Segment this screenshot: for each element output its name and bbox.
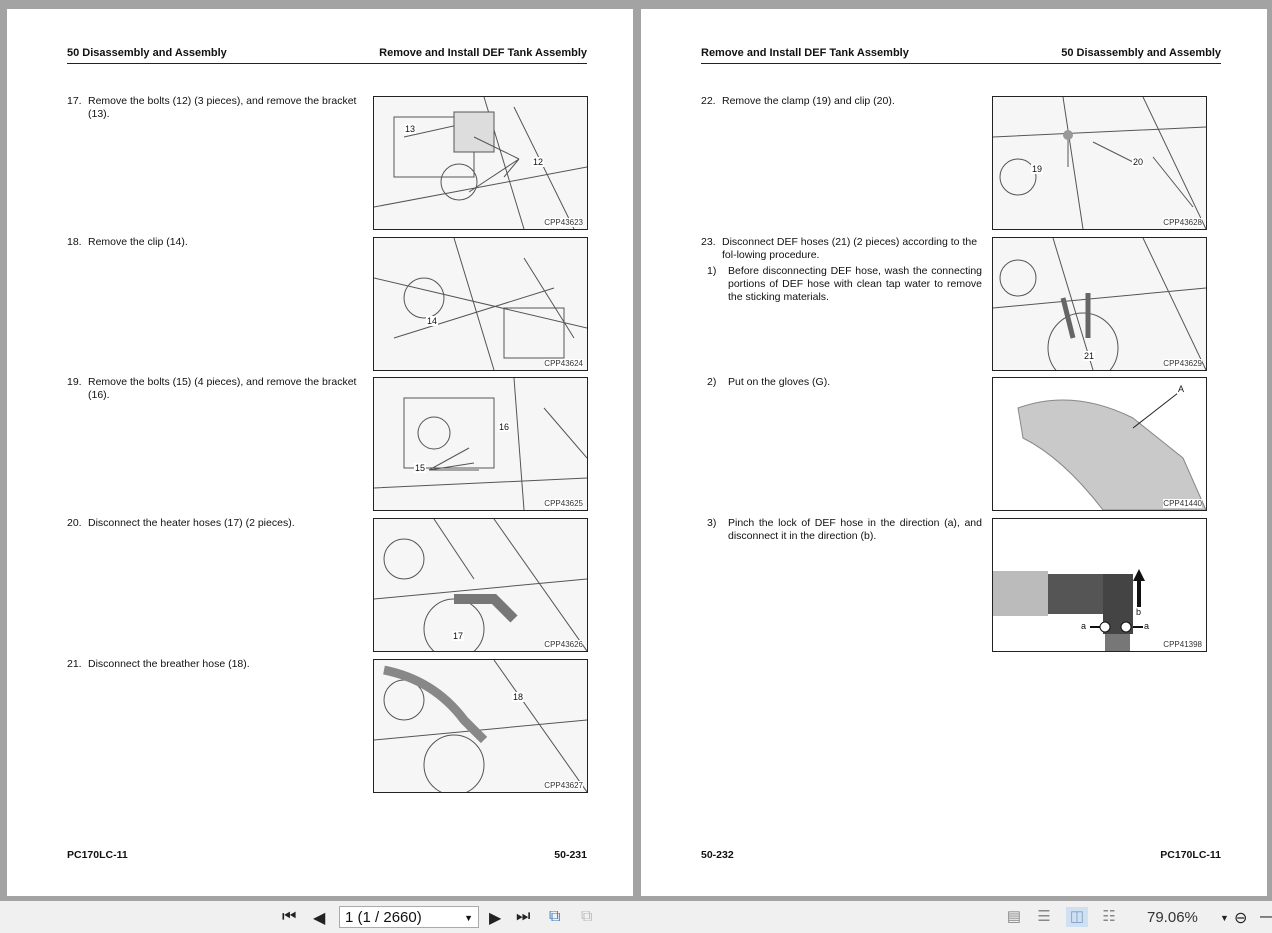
page-header: Remove and Install DEF Tank Assembly 50 D… bbox=[701, 47, 1221, 64]
callout-label: a bbox=[1143, 621, 1151, 631]
next-page-icon[interactable]: ▶ bbox=[489, 908, 501, 928]
figure-cpp43626: 17 CPP43626 bbox=[373, 518, 588, 652]
header-section: 50 Disassembly and Assembly bbox=[1061, 47, 1221, 59]
figure-cpp43628: 19 20 CPP43628 bbox=[992, 96, 1207, 230]
step-17: 17. Remove the bolts (12) (3 pieces), and… bbox=[67, 95, 363, 121]
step-text: Remove the clip (14). bbox=[88, 236, 188, 248]
page-number-select[interactable]: 1 (1 / 2660) ▼ bbox=[339, 906, 479, 928]
callout-label: 21 bbox=[1083, 351, 1096, 361]
figure-code: CPP43625 bbox=[544, 499, 583, 508]
callout-label: a bbox=[1080, 621, 1088, 631]
step-text: Disconnect the breather hose (18). bbox=[88, 658, 250, 670]
step-number: 20. bbox=[67, 517, 82, 529]
figure-code: CPP43628 bbox=[1163, 218, 1202, 227]
callout-label: 20 bbox=[1132, 157, 1145, 167]
page-number: 50-232 bbox=[701, 849, 734, 861]
right-page: Remove and Install DEF Tank Assembly 50 D… bbox=[641, 9, 1267, 896]
step-text: Disconnect DEF hoses (21) (2 pieces) acc… bbox=[722, 236, 978, 261]
figure-cpp43629: 21 CPP43629 bbox=[992, 237, 1207, 371]
callout-label: 14 bbox=[426, 316, 439, 326]
figure-code: CPP43626 bbox=[544, 640, 583, 649]
continuous-facing-view-icon[interactable]: ☷ bbox=[1098, 907, 1120, 927]
header-title: Remove and Install DEF Tank Assembly bbox=[379, 47, 587, 59]
zoom-out-icon[interactable]: ⊖ bbox=[1234, 908, 1247, 928]
figure-code: CPP43629 bbox=[1163, 359, 1202, 368]
callout-label: 16 bbox=[498, 422, 511, 432]
step-text: Remove the bolts (12) (3 pieces), and re… bbox=[88, 95, 357, 120]
footer-model: PC170LC-11 bbox=[67, 849, 128, 861]
page-value: 1 (1 / 2660) bbox=[345, 909, 422, 926]
step-20: 20. Disconnect the heater hoses (17) (2 p… bbox=[67, 517, 363, 530]
footer-model: PC170LC-11 bbox=[1160, 849, 1221, 861]
callout-label: b bbox=[1135, 607, 1143, 617]
continuous-view-icon[interactable]: ☰ bbox=[1033, 907, 1055, 927]
figure-code: CPP43623 bbox=[544, 218, 583, 227]
step-number: 18. bbox=[67, 236, 82, 248]
first-page-icon[interactable]: ⏮ bbox=[282, 908, 296, 926]
figure-cpp43627: 18 CPP43627 bbox=[373, 659, 588, 793]
page-number: 50-231 bbox=[554, 849, 587, 861]
callout-label: 19 bbox=[1031, 164, 1044, 174]
substep-number: 1) bbox=[707, 265, 717, 277]
zoom-level[interactable]: 79.06% bbox=[1147, 909, 1198, 926]
step-number: 17. bbox=[67, 95, 82, 107]
substep-text: Before disconnecting DEF hose, wash the … bbox=[728, 265, 982, 303]
substep-1: 1) Before disconnecting DEF hose, wash th… bbox=[707, 265, 982, 304]
figure-cpp43625: 16 15 CPP43625 bbox=[373, 377, 588, 511]
zoom-slider-icon[interactable]: — bbox=[1260, 908, 1272, 926]
substep-3: 3) Pinch the lock of DEF hose in the dire… bbox=[707, 517, 982, 543]
figure-cpp41440: A CPP41440 bbox=[992, 377, 1207, 511]
figure-cpp41398: a a b CPP41398 bbox=[992, 518, 1207, 652]
viewer-toolbar: ⏮ ◀ 1 (1 / 2660) ▼ ▶ ⏭ ⧉ ⧉ ▤ ☰ ◫ ☷ 79.06%… bbox=[0, 901, 1272, 933]
callout-label: 15 bbox=[414, 463, 427, 473]
next-view-icon[interactable]: ⧉ bbox=[581, 908, 592, 926]
figure-code: CPP43627 bbox=[544, 781, 583, 790]
chevron-down-icon[interactable]: ▼ bbox=[464, 907, 473, 929]
figure-code: CPP41440 bbox=[1163, 499, 1202, 508]
figure-code: CPP41398 bbox=[1163, 640, 1202, 649]
figure-cpp43624: 14 CPP43624 bbox=[373, 237, 588, 371]
page-header: 50 Disassembly and Assembly Remove and In… bbox=[67, 47, 587, 64]
step-number: 23. bbox=[701, 236, 716, 248]
callout-label: 12 bbox=[532, 157, 545, 167]
step-19: 19. Remove the bolts (15) (4 pieces), and… bbox=[67, 376, 363, 402]
header-title: Remove and Install DEF Tank Assembly bbox=[701, 47, 909, 59]
header-section: 50 Disassembly and Assembly bbox=[67, 47, 227, 59]
figure-cpp43623: 13 12 CPP43623 bbox=[373, 96, 588, 230]
substep-number: 3) bbox=[707, 517, 717, 529]
left-page: 50 Disassembly and Assembly Remove and In… bbox=[7, 9, 633, 896]
step-text: Remove the clamp (19) and clip (20). bbox=[722, 95, 895, 107]
step-21: 21. Disconnect the breather hose (18). bbox=[67, 658, 363, 671]
last-page-icon[interactable]: ⏭ bbox=[516, 908, 530, 926]
step-text: Disconnect the heater hoses (17) (2 piec… bbox=[88, 517, 295, 529]
figure-code: CPP43624 bbox=[544, 359, 583, 368]
callout-label: 18 bbox=[512, 692, 525, 702]
previous-page-icon[interactable]: ◀ bbox=[313, 908, 325, 928]
step-23: 23. Disconnect DEF hoses (21) (2 pieces) … bbox=[701, 236, 993, 262]
substep-number: 2) bbox=[707, 376, 717, 388]
single-page-view-icon[interactable]: ▤ bbox=[1003, 907, 1025, 927]
callout-label: A bbox=[1177, 384, 1186, 394]
substep-2: 2) Put on the gloves (G). bbox=[707, 376, 982, 389]
substep-text: Put on the gloves (G). bbox=[728, 376, 831, 388]
step-number: 22. bbox=[701, 95, 716, 107]
facing-view-icon[interactable]: ◫ bbox=[1066, 907, 1088, 927]
step-text: Remove the bolts (15) (4 pieces), and re… bbox=[88, 376, 357, 401]
step-22: 22. Remove the clamp (19) and clip (20). bbox=[701, 95, 997, 108]
previous-view-icon[interactable]: ⧉ bbox=[549, 908, 560, 926]
step-number: 19. bbox=[67, 376, 82, 388]
substep-text: Pinch the lock of DEF hose in the direct… bbox=[728, 517, 982, 542]
callout-label: 13 bbox=[404, 124, 417, 134]
callout-label: 17 bbox=[452, 631, 465, 641]
zoom-dropdown-icon[interactable]: ▼ bbox=[1220, 913, 1229, 923]
step-18: 18. Remove the clip (14). bbox=[67, 236, 363, 249]
step-number: 21. bbox=[67, 658, 82, 670]
